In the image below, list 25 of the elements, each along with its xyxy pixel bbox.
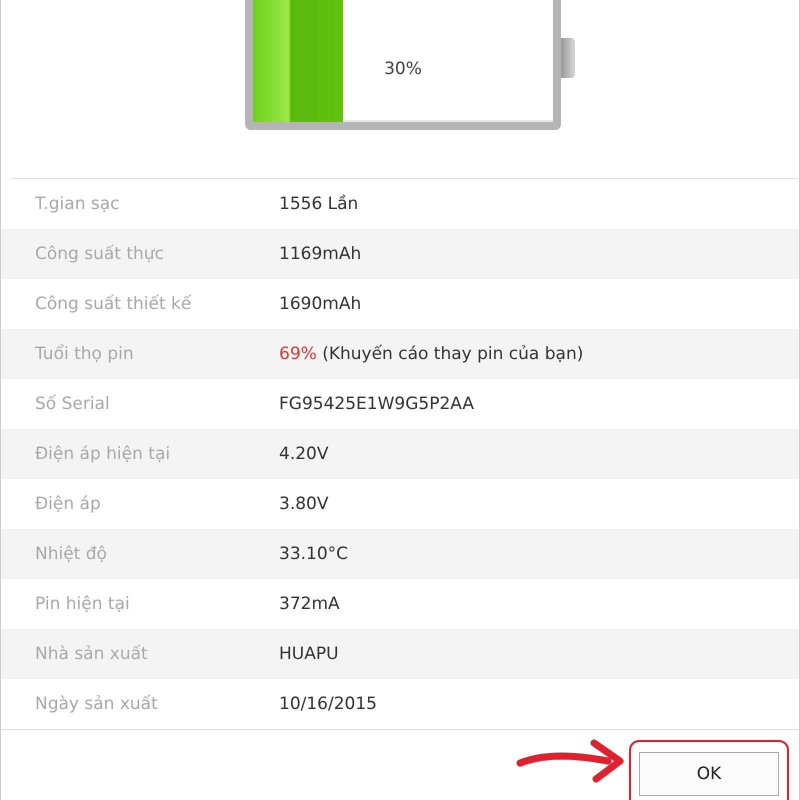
field-label: T.gian sạc [35,194,121,214]
field-label: Tuổi thọ pin [35,344,135,364]
field-label: Công suất thiết kế [35,294,192,314]
field-label: Nhà sản xuất [35,644,149,664]
field-label: Số Serial [35,394,111,414]
field-value: 10/16/2015 [279,694,377,714]
field-value: 4.20V [279,444,328,464]
field-value: 3.80V [279,494,328,514]
battery-percentage: 30% [384,59,422,79]
battery-terminal-icon [561,38,575,78]
field-label: Điện áp [35,494,102,514]
ok-button[interactable]: OK [639,752,779,796]
field-value: 33.10°C [279,544,348,564]
field-value: 1690mAh [279,294,362,314]
field-value: 372mA [279,594,340,614]
field-value: FG95425E1W9G5P2AA [279,394,474,414]
field-label: Pin hiện tại [35,594,131,614]
field-value: HUAPU [279,644,339,664]
field-label: Ngày sản xuất [35,694,159,714]
field-label: Điện áp hiện tại [35,444,172,464]
field-label: Nhiệt độ [35,544,108,564]
field-value: 69% (Khuyến cáo thay pin của bạn) [279,344,584,364]
field-value: 1169mAh [279,244,362,264]
field-value: 1556 Lần [279,194,358,214]
field-label: Công suất thực [35,244,165,264]
